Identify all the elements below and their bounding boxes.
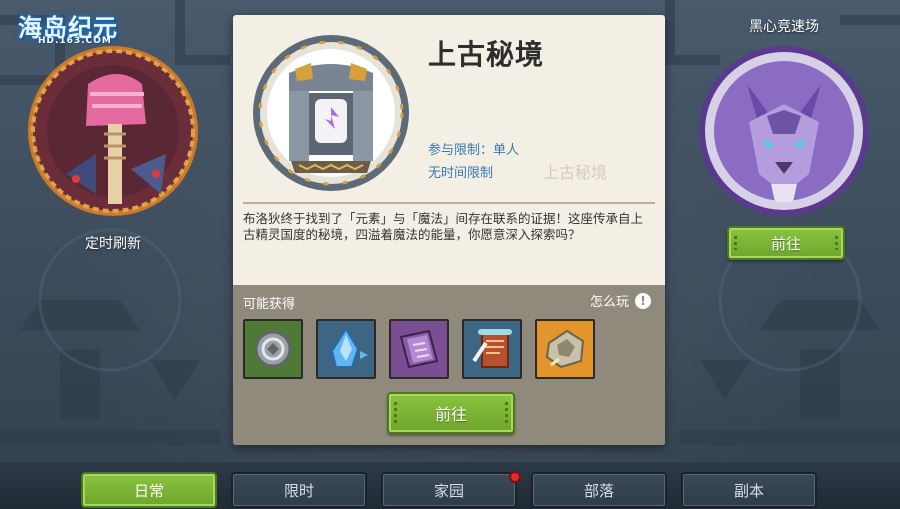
- purple-spellbook-icon: [399, 329, 439, 369]
- pink-totem-icon: [28, 46, 198, 216]
- reward-item-stone[interactable]: [535, 319, 595, 379]
- red-scroll-icon: [472, 329, 512, 368]
- tab-dungeon[interactable]: 副本: [681, 472, 817, 508]
- enter-event-button[interactable]: 前往: [387, 392, 515, 434]
- event-description: 布洛狄终于找到了「元素」与「魔法」间存在联系的证据！这座传承自上古精灵国度的秘境…: [243, 211, 644, 242]
- divider: [243, 202, 655, 204]
- purple-beast-icon: [699, 46, 869, 216]
- rewards-title: 可能获得: [243, 297, 296, 312]
- tab-limited[interactable]: 限时: [231, 472, 367, 508]
- ancient-gate-icon: [253, 35, 409, 191]
- blue-crystal-icon: [330, 327, 368, 368]
- title-watermark: 上古秘境: [543, 163, 608, 182]
- left-event-label: 定时刷新: [85, 236, 141, 252]
- how-to-play-button[interactable]: 怎么玩 !: [590, 291, 651, 310]
- tab-daily[interactable]: 日常: [81, 472, 217, 508]
- reward-item-scroll[interactable]: [462, 319, 522, 379]
- exclamation-icon: !: [635, 292, 651, 309]
- tab-home[interactable]: 家园: [381, 472, 517, 508]
- reward-item-crystal[interactable]: [316, 319, 376, 379]
- tab-tribe[interactable]: 部落: [531, 472, 667, 508]
- participation-limit: 参与限制：单人: [428, 143, 520, 158]
- reward-item-coin[interactable]: [243, 319, 303, 379]
- event-detail-panel: 上古秘境 参与限制：单人 无时间限制 上古秘境 布洛狄终于找到了「元素」与「魔法…: [233, 15, 665, 445]
- how-to-play-label: 怎么玩: [589, 295, 629, 310]
- event-title: 上古秘境: [428, 38, 545, 71]
- left-event-medal[interactable]: [26, 44, 200, 218]
- notification-badge: [509, 471, 521, 483]
- reward-item-spellbook[interactable]: [389, 319, 449, 379]
- silver-coin-icon: [254, 330, 292, 368]
- right-event-medal[interactable]: [697, 44, 871, 218]
- time-limit: 无时间限制: [428, 166, 494, 181]
- right-go-button[interactable]: 前往: [727, 226, 845, 260]
- right-event-title: 黑心竞速场: [749, 19, 819, 35]
- stone-fragment-icon: [545, 329, 585, 369]
- ancient-gate-emblem: [251, 33, 411, 193]
